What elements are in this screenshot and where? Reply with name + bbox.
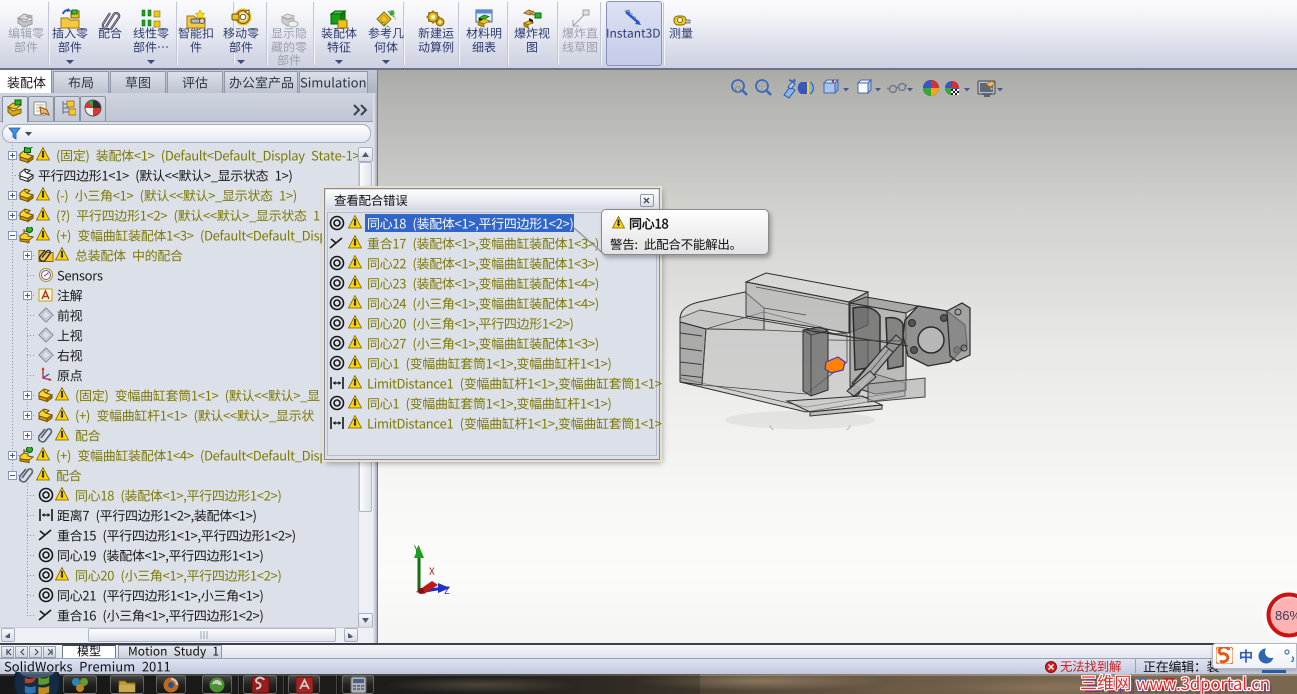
svg-text:86%: 86% (1275, 608, 1297, 623)
